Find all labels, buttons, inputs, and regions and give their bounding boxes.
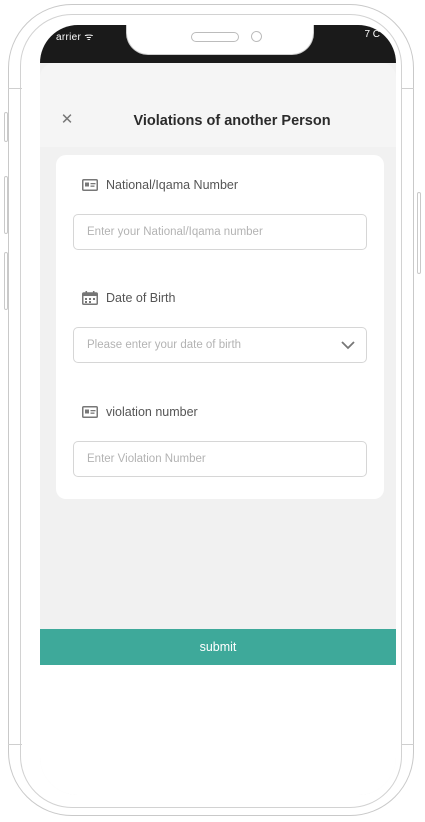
date-of-birth-select[interactable]: Please enter your date of birth: [73, 327, 367, 363]
side-button-mute: [4, 112, 8, 142]
side-button-volume-up: [4, 176, 8, 234]
id-card-icon: [82, 179, 98, 191]
date-of-birth-label: Date of Birth: [82, 291, 175, 305]
empty-area: [40, 665, 396, 795]
frame-antenna-line: [8, 88, 22, 89]
violation-number-label-text: violation number: [106, 405, 198, 419]
phone-screen: arrier ᯤ 7 C ✕ Violations of another Per…: [40, 25, 396, 795]
status-battery: 7 C: [364, 29, 380, 40]
phone-notch: [126, 25, 314, 55]
modal-sheet: ✕ Violations of another Person National/…: [40, 63, 396, 795]
side-button-power: [417, 192, 421, 274]
violation-number-input[interactable]: Enter Violation Number: [73, 441, 367, 477]
frame-antenna-line: [8, 744, 22, 745]
front-camera: [251, 31, 262, 42]
speaker-grille: [191, 32, 239, 42]
violation-number-label: violation number: [82, 405, 198, 419]
submit-button[interactable]: submit: [40, 629, 396, 665]
frame-antenna-line: [402, 88, 414, 89]
page-title: Violations of another Person: [133, 113, 331, 129]
id-card-icon: [82, 406, 98, 418]
date-of-birth-label-text: Date of Birth: [106, 291, 176, 305]
national-id-placeholder: Enter your National/Iqama number: [87, 226, 263, 238]
side-button-volume-down: [4, 252, 8, 310]
modal-header: ✕ Violations of another Person: [40, 63, 396, 147]
form-card: National/Iqama Number Enter your Nationa…: [56, 155, 384, 499]
chevron-down-icon: [340, 328, 356, 374]
national-id-input[interactable]: Enter your National/Iqama number: [73, 214, 367, 250]
national-id-label-text: National/Iqama Number: [106, 178, 239, 192]
violation-number-placeholder: Enter Violation Number: [87, 453, 206, 465]
status-carrier: arrier ᯤ: [56, 32, 94, 43]
national-id-label: National/Iqama Number: [82, 178, 238, 192]
date-of-birth-placeholder: Please enter your date of birth: [87, 339, 242, 351]
calendar-icon: [82, 291, 98, 305]
frame-antenna-line: [402, 744, 414, 745]
